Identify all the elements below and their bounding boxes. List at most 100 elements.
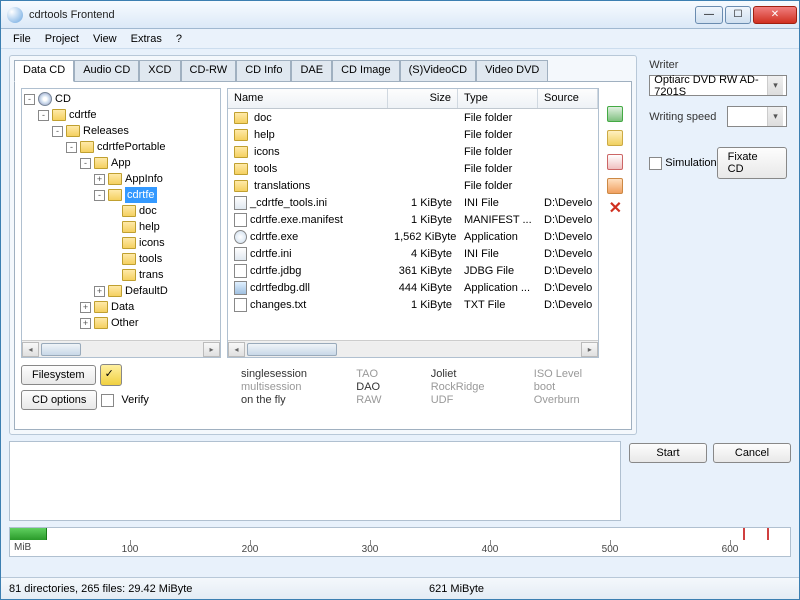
tree-label: cdrtfe — [69, 107, 97, 123]
scan-button[interactable]: ✓ — [100, 364, 122, 386]
tab-video-dvd[interactable]: Video DVD — [476, 60, 548, 82]
minimize-button[interactable]: — — [695, 6, 723, 24]
tree-item[interactable]: +Other — [24, 315, 218, 331]
folder-icon — [234, 129, 248, 141]
window-title: cdrtools Frontend — [27, 9, 693, 21]
list-item[interactable]: cdrtfe.jdbg361 KiByteJDBG FileD:\Develo — [228, 262, 598, 279]
tree-item[interactable]: trans — [24, 267, 218, 283]
tree-item[interactable]: tools — [24, 251, 218, 267]
list-item[interactable]: cdrtfe.exe.manifest1 KiByteMANIFEST ...D… — [228, 211, 598, 228]
tab-cd-info[interactable]: CD Info — [236, 60, 291, 82]
tree-item[interactable]: +Data — [24, 299, 218, 315]
col-type[interactable]: Type — [458, 89, 538, 108]
collapse-icon[interactable]: - — [24, 94, 35, 105]
scroll-left-icon[interactable]: ◂ — [22, 342, 39, 357]
ruler-tick: 100 — [122, 544, 139, 555]
titlebar[interactable]: cdrtools Frontend — ☐ ✕ — [1, 1, 799, 29]
simulation-checkbox[interactable] — [649, 157, 662, 170]
menu-extras[interactable]: Extras — [125, 31, 168, 47]
scroll-left-icon[interactable]: ◂ — [228, 342, 245, 357]
remove-icon[interactable] — [607, 178, 623, 194]
speed-combo[interactable] — [727, 106, 787, 127]
simulation-label: Simulation — [665, 157, 716, 169]
collapse-icon[interactable]: - — [66, 142, 77, 153]
tree-item[interactable]: -App — [24, 155, 218, 171]
list-item[interactable]: toolsFile folder — [228, 160, 598, 177]
list-item[interactable]: changes.txt1 KiByteTXT FileD:\Develo — [228, 296, 598, 313]
col-size[interactable]: Size — [388, 89, 458, 108]
scroll-right-icon[interactable]: ▸ — [203, 342, 220, 357]
col-source[interactable]: Source — [538, 89, 598, 108]
opt-isolevel: ISO Level — [534, 368, 614, 380]
start-button[interactable]: Start — [629, 443, 707, 463]
rename-icon[interactable] — [607, 154, 623, 170]
maximize-button[interactable]: ☐ — [725, 6, 751, 24]
tree-item[interactable]: doc — [24, 203, 218, 219]
add-file-icon[interactable] — [607, 106, 623, 122]
expand-icon[interactable]: + — [94, 286, 105, 297]
tab-cd-rw[interactable]: CD-RW — [181, 60, 237, 82]
scroll-right-icon[interactable]: ▸ — [581, 342, 598, 357]
tree-item[interactable]: -cdrtfePortable — [24, 139, 218, 155]
add-folder-icon[interactable] — [607, 130, 623, 146]
tree-item[interactable]: icons — [24, 235, 218, 251]
tree-item[interactable]: -cdrtfe — [24, 187, 218, 203]
list-hscroll[interactable]: ◂ ▸ — [228, 340, 598, 357]
tree-item[interactable]: +AppInfo — [24, 171, 218, 187]
expand-icon[interactable]: + — [94, 174, 105, 185]
tab-dae[interactable]: DAE — [291, 60, 332, 82]
menu-help[interactable]: ? — [170, 31, 188, 47]
cd-options-button[interactable]: CD options — [21, 390, 97, 410]
menu-file[interactable]: File — [7, 31, 37, 47]
collapse-icon[interactable]: - — [52, 126, 63, 137]
tab--s-videocd[interactable]: (S)VideoCD — [400, 60, 477, 82]
list-item[interactable]: cdrtfedbg.dll444 KiByteApplication ...D:… — [228, 279, 598, 296]
list-pane[interactable]: Name Size Type Source docFile folderhelp… — [227, 88, 599, 358]
tree-item[interactable]: - cdrtfe — [24, 107, 218, 123]
tree-item[interactable]: help — [24, 219, 218, 235]
log-output[interactable] — [9, 441, 621, 521]
scroll-thumb[interactable] — [41, 343, 81, 356]
list-item[interactable]: _cdrtfe_tools.ini1 KiByteINI FileD:\Deve… — [228, 194, 598, 211]
tree-item[interactable]: -CD — [24, 91, 218, 107]
collapse-icon[interactable]: - — [80, 158, 91, 169]
menu-view[interactable]: View — [87, 31, 123, 47]
tab-xcd[interactable]: XCD — [139, 60, 180, 82]
list-item[interactable]: cdrtfe.exe1,562 KiByteApplicationD:\Deve… — [228, 228, 598, 245]
file-icon — [234, 298, 247, 312]
opt-overburn: Overburn — [534, 394, 614, 406]
list-header[interactable]: Name Size Type Source — [228, 89, 598, 109]
expand-icon[interactable]: + — [80, 318, 91, 329]
tree-item[interactable]: - Releases — [24, 123, 218, 139]
close-button[interactable]: ✕ — [753, 6, 797, 24]
folder-icon — [122, 237, 136, 249]
tree-label: Releases — [83, 123, 129, 139]
tree-pane[interactable]: -CD-cdrtfe-Releases-cdrtfePortable-App+A… — [21, 88, 221, 358]
file-icon — [234, 213, 247, 227]
list-item[interactable]: cdrtfe.ini4 KiByteINI FileD:\Develo — [228, 245, 598, 262]
writer-combo[interactable]: Optiarc DVD RW AD-7201S — [649, 75, 787, 96]
tree-hscroll[interactable]: ◂ ▸ — [22, 340, 220, 357]
opt-udf: UDF — [431, 394, 516, 406]
collapse-icon[interactable]: - — [94, 190, 105, 201]
collapse-icon[interactable]: - — [38, 110, 49, 121]
tab-data-cd[interactable]: Data CD — [14, 60, 74, 82]
col-name[interactable]: Name — [228, 89, 388, 108]
expand-icon[interactable]: + — [80, 302, 91, 313]
verify-checkbox[interactable] — [101, 394, 114, 407]
list-item[interactable]: helpFile folder — [228, 126, 598, 143]
tab-cd-image[interactable]: CD Image — [332, 60, 400, 82]
fixate-button[interactable]: Fixate CD — [717, 147, 787, 179]
list-item[interactable]: iconsFile folder — [228, 143, 598, 160]
delete-icon[interactable]: ✕ — [607, 202, 623, 218]
cancel-button[interactable]: Cancel — [713, 443, 791, 463]
tab-audio-cd[interactable]: Audio CD — [74, 60, 139, 82]
scroll-thumb[interactable] — [247, 343, 337, 356]
tree-item[interactable]: +DefaultD — [24, 283, 218, 299]
list-item[interactable]: translationsFile folder — [228, 177, 598, 194]
list-item[interactable]: docFile folder — [228, 109, 598, 126]
menu-project[interactable]: Project — [39, 31, 85, 47]
filesystem-button[interactable]: Filesystem — [21, 365, 96, 385]
size-ruler: MiB 100200300400500600 — [9, 527, 791, 557]
opt-singlesession: singlesession — [241, 368, 338, 380]
